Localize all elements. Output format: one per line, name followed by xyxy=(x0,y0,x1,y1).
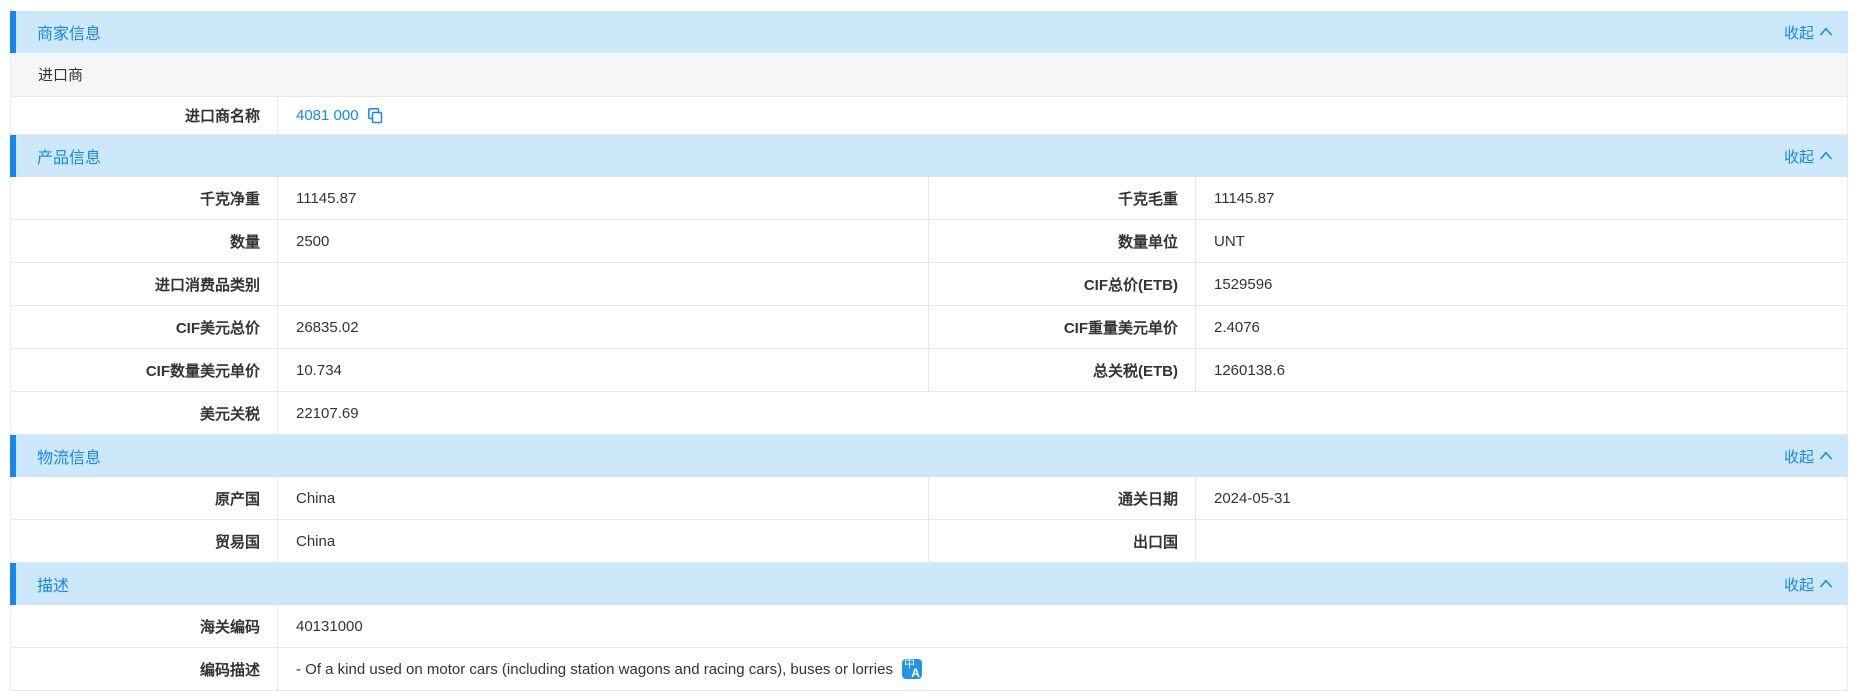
field-value-net-weight: 11145.87 xyxy=(278,177,929,219)
table-row: 千克净重 11145.87 千克毛重 11145.87 xyxy=(11,177,1847,220)
field-label-cif-total-etb: CIF总价(ETB) xyxy=(929,263,1196,305)
field-label-trade-country: 贸易国 xyxy=(11,520,278,562)
field-label-total-duty-etb: 总关税(ETB) xyxy=(929,349,1196,391)
section-product-info: 产品信息 收起 千克净重 11145.87 千克毛重 11145.87 数量 2… xyxy=(10,135,1848,435)
section-header-product: 产品信息 收起 xyxy=(10,135,1848,177)
product-table: 千克净重 11145.87 千克毛重 11145.87 数量 2500 数量单位… xyxy=(10,177,1848,435)
field-value-total-duty-etb: 1260138.6 xyxy=(1196,349,1847,391)
table-row: CIF美元总价 26835.02 CIF重量美元单价 2.4076 xyxy=(11,306,1847,349)
section-logistics-info: 物流信息 收起 原产国 China 通关日期 2024-05-31 贸易国 Ch… xyxy=(10,435,1848,563)
collapse-toggle-merchant[interactable]: 收起 xyxy=(1784,22,1833,43)
table-row-importer-name: 进口商名称 4081 000 xyxy=(11,97,1847,135)
field-label-code-description: 编码描述 xyxy=(11,648,278,690)
field-label-origin-country: 原产国 xyxy=(11,477,278,519)
section-header-logistics: 物流信息 收起 xyxy=(10,435,1848,477)
field-value-gross-weight: 11145.87 xyxy=(1196,177,1847,219)
table-row: 数量 2500 数量单位 UNT xyxy=(11,220,1847,263)
copy-icon[interactable] xyxy=(367,107,384,124)
field-value-consumer-goods-category xyxy=(278,263,929,305)
section-description: 描述 收起 海关编码 40131000 编码描述 - Of a kind use… xyxy=(10,563,1848,691)
collapse-label: 收起 xyxy=(1784,22,1814,43)
collapse-label: 收起 xyxy=(1784,446,1814,467)
field-value-quantity: 2500 xyxy=(278,220,929,262)
importer-name-link[interactable]: 4081 000 xyxy=(296,107,359,124)
accent-bar xyxy=(10,135,16,177)
accent-bar xyxy=(10,435,16,477)
field-value-export-country xyxy=(1196,520,1847,562)
table-row: 编码描述 - Of a kind used on motor cars (inc… xyxy=(11,648,1847,691)
table-row: 贸易国 China 出口国 xyxy=(11,520,1847,563)
section-header-description: 描述 收起 xyxy=(10,563,1848,605)
field-value-cif-total-etb: 1529596 xyxy=(1196,263,1847,305)
field-label-quantity: 数量 xyxy=(11,220,278,262)
section-header-merchant: 商家信息 收起 xyxy=(10,11,1848,53)
field-value-importer-name: 4081 000 xyxy=(278,97,1847,134)
importer-subheader: 进口商 xyxy=(11,53,1847,97)
field-value-cif-usd-unit-weight: 2.4076 xyxy=(1196,306,1847,348)
field-value-usd-duty: 22107.69 xyxy=(278,392,1847,434)
field-value-cif-usd-total: 26835.02 xyxy=(278,306,929,348)
section-title-description: 描述 xyxy=(37,572,69,596)
table-row: 进口消费品类别 CIF总价(ETB) 1529596 xyxy=(11,263,1847,306)
field-value-hs-code: 40131000 xyxy=(278,605,1847,647)
trade-record-detail-page: 商家信息 收起 进口商 进口商名称 4081 000 xyxy=(0,0,1858,691)
field-label-consumer-goods-category: 进口消费品类别 xyxy=(11,263,278,305)
code-description-text: - Of a kind used on motor cars (includin… xyxy=(296,661,893,678)
collapse-label: 收起 xyxy=(1784,574,1814,595)
collapse-toggle-logistics[interactable]: 收起 xyxy=(1784,446,1833,467)
field-value-clearance-date: 2024-05-31 xyxy=(1196,477,1847,519)
field-value-quantity-unit: UNT xyxy=(1196,220,1847,262)
section-merchant-info: 商家信息 收起 进口商 进口商名称 4081 000 xyxy=(10,11,1848,135)
field-value-code-description: - Of a kind used on motor cars (includin… xyxy=(278,648,1847,690)
chevron-up-icon xyxy=(1819,150,1833,162)
field-value-cif-usd-unit-qty: 10.734 xyxy=(278,349,929,391)
table-row: 海关编码 40131000 xyxy=(11,605,1847,648)
field-label-cif-usd-total: CIF美元总价 xyxy=(11,306,278,348)
field-label-clearance-date: 通关日期 xyxy=(929,477,1196,519)
chevron-up-icon xyxy=(1819,26,1833,38)
field-label-cif-usd-unit-weight: CIF重量美元单价 xyxy=(929,306,1196,348)
accent-bar xyxy=(10,563,16,605)
section-title-logistics: 物流信息 xyxy=(37,444,101,468)
logistics-table: 原产国 China 通关日期 2024-05-31 贸易国 China 出口国 xyxy=(10,477,1848,563)
chevron-up-icon xyxy=(1819,450,1833,462)
field-label-hs-code: 海关编码 xyxy=(11,605,278,647)
table-row: CIF数量美元单价 10.734 总关税(ETB) 1260138.6 xyxy=(11,349,1847,392)
field-label-importer-name: 进口商名称 xyxy=(11,97,278,134)
translate-icon-a-glyph: A xyxy=(911,667,920,679)
field-value-origin-country: China xyxy=(278,477,929,519)
accent-bar xyxy=(10,11,16,53)
field-label-quantity-unit: 数量单位 xyxy=(929,220,1196,262)
field-label-gross-weight: 千克毛重 xyxy=(929,177,1196,219)
chevron-up-icon xyxy=(1819,578,1833,590)
field-label-usd-duty: 美元关税 xyxy=(11,392,278,434)
field-value-trade-country: China xyxy=(278,520,929,562)
field-label-cif-usd-unit-qty: CIF数量美元单价 xyxy=(11,349,278,391)
translate-icon[interactable]: 中 A xyxy=(902,659,922,679)
table-row: 原产国 China 通关日期 2024-05-31 xyxy=(11,477,1847,520)
section-title-merchant: 商家信息 xyxy=(37,20,101,44)
merchant-table: 进口商 进口商名称 4081 000 xyxy=(10,53,1848,135)
collapse-label: 收起 xyxy=(1784,146,1814,167)
collapse-toggle-description[interactable]: 收起 xyxy=(1784,574,1833,595)
table-row: 美元关税 22107.69 xyxy=(11,392,1847,435)
section-title-product: 产品信息 xyxy=(37,144,101,168)
field-label-net-weight: 千克净重 xyxy=(11,177,278,219)
description-table: 海关编码 40131000 编码描述 - Of a kind used on m… xyxy=(10,605,1848,691)
field-label-export-country: 出口国 xyxy=(929,520,1196,562)
collapse-toggle-product[interactable]: 收起 xyxy=(1784,146,1833,167)
